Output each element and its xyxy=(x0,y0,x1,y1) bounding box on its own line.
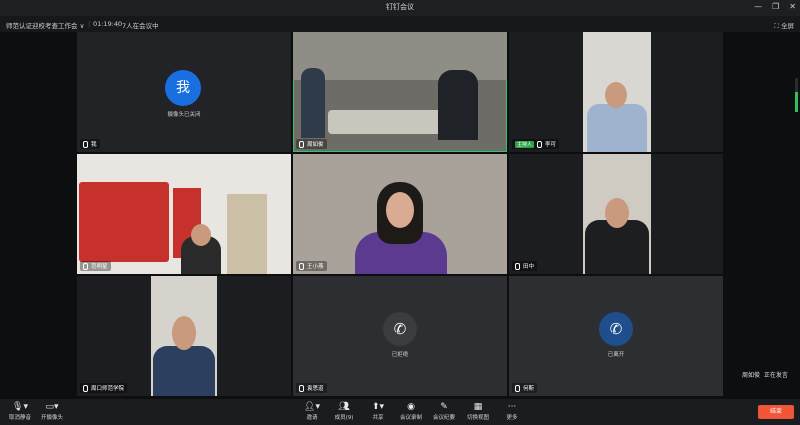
video-tile[interactable]: 王小燕 xyxy=(293,154,507,274)
mic-icon xyxy=(299,140,304,148)
audio-level-meter xyxy=(795,78,798,112)
participant-face xyxy=(605,82,627,108)
phone-declined-icon: ✆ xyxy=(383,312,417,346)
mic-icon xyxy=(83,140,88,148)
video-tile[interactable]: 范明星 xyxy=(77,154,291,274)
name-tag: 我 xyxy=(80,139,100,149)
end-meeting-button[interactable]: 结束 xyxy=(758,405,794,419)
participant-face xyxy=(605,198,629,228)
minimize-button[interactable]: — xyxy=(754,2,762,11)
video-grid: 我 摄像头已关闭 我 周如俊 主持人 李可 范明星 王小燕 田中 周口师范学院 … xyxy=(77,32,724,398)
name-tag: 范明星 xyxy=(80,261,111,271)
video-tile[interactable]: 周口师范学院 xyxy=(77,276,291,396)
chevron-down-icon[interactable]: ∨ xyxy=(80,22,85,30)
doorway xyxy=(227,194,267,274)
participant-face xyxy=(386,192,414,228)
meeting-info-bar: 师范认证迎校考查工作会 ∨ | 01:19:40 | 7人在会议中 ⛶ 全屏 xyxy=(0,16,800,32)
participant-figure xyxy=(587,104,647,152)
participant-figure xyxy=(438,70,478,140)
video-tile[interactable]: 主持人 李可 xyxy=(509,32,723,152)
divider: | xyxy=(117,20,120,28)
maximize-button[interactable]: ❐ xyxy=(772,2,779,11)
camera-off-text: 摄像头已关闭 xyxy=(167,112,201,118)
phone-left-icon: ✆ xyxy=(599,312,633,346)
more-button[interactable]: ··· 更多 xyxy=(492,402,532,421)
video-tile-conference-room[interactable]: 周如俊 xyxy=(293,32,507,152)
mic-icon xyxy=(299,262,304,270)
name-tag: 王小燕 xyxy=(296,261,327,271)
participant-face xyxy=(172,316,196,350)
video-tile[interactable]: ✆ 已离开 何斯 xyxy=(509,276,723,396)
meeting-name[interactable]: 师范认证迎校考查工作会 ∨ xyxy=(6,20,84,30)
name-tag: 田中 xyxy=(512,261,538,271)
video-tile-self[interactable]: 我 摄像头已关闭 我 xyxy=(77,32,291,152)
fullscreen-icon: ⛶ xyxy=(774,22,779,30)
camera-off-icon: ▭▾ xyxy=(45,402,59,412)
call-status: 已拒绝 xyxy=(391,352,409,358)
participant-figure xyxy=(153,346,215,396)
active-speaker: 周如俊 正在发言 xyxy=(742,372,788,379)
divider: | xyxy=(88,20,91,28)
avatar: 我 xyxy=(165,70,201,106)
participant-figure xyxy=(301,68,325,138)
mic-icon xyxy=(515,384,520,392)
participant-figure xyxy=(585,220,649,274)
host-badge: 主持人 xyxy=(515,140,535,148)
participant-face xyxy=(191,224,211,246)
fullscreen-button[interactable]: ⛶ 全屏 xyxy=(774,20,794,31)
more-icon: ··· xyxy=(507,402,517,412)
wall-poster xyxy=(79,182,169,262)
mic-icon xyxy=(83,262,88,270)
video-tile[interactable]: 田中 xyxy=(509,154,723,274)
call-status: 已离开 xyxy=(607,352,625,358)
name-tag: 周如俊 xyxy=(296,139,327,149)
room-wall xyxy=(293,32,507,80)
window-title: 钉钉会议 xyxy=(386,3,414,11)
camera-button[interactable]: ▭▾ 开摄像头 xyxy=(32,402,72,421)
video-tile[interactable]: ✆ 已拒绝 袁思道 xyxy=(293,276,507,396)
meeting-toolbar: 🎙︎▾ 取消静音 ▭▾ 开摄像头 👤︎▾ 邀请 👥︎ 成员(9) ⬆▾ 共享 ◉ 会议录制 … xyxy=(0,399,800,425)
mic-icon xyxy=(83,384,88,392)
mic-icon xyxy=(515,262,520,270)
name-tag: 袁思道 xyxy=(296,383,327,393)
mic-icon xyxy=(299,384,304,392)
name-tag: 主持人 李可 xyxy=(512,139,560,149)
mic-icon xyxy=(537,140,543,148)
close-button[interactable]: ✕ xyxy=(789,2,796,11)
name-tag: 何斯 xyxy=(512,383,538,393)
title-bar: 钉钉会议 — ❐ ✕ xyxy=(0,0,800,16)
name-tag: 周口师范学院 xyxy=(80,383,128,393)
participant-count: 7人在会议中 xyxy=(122,22,159,30)
